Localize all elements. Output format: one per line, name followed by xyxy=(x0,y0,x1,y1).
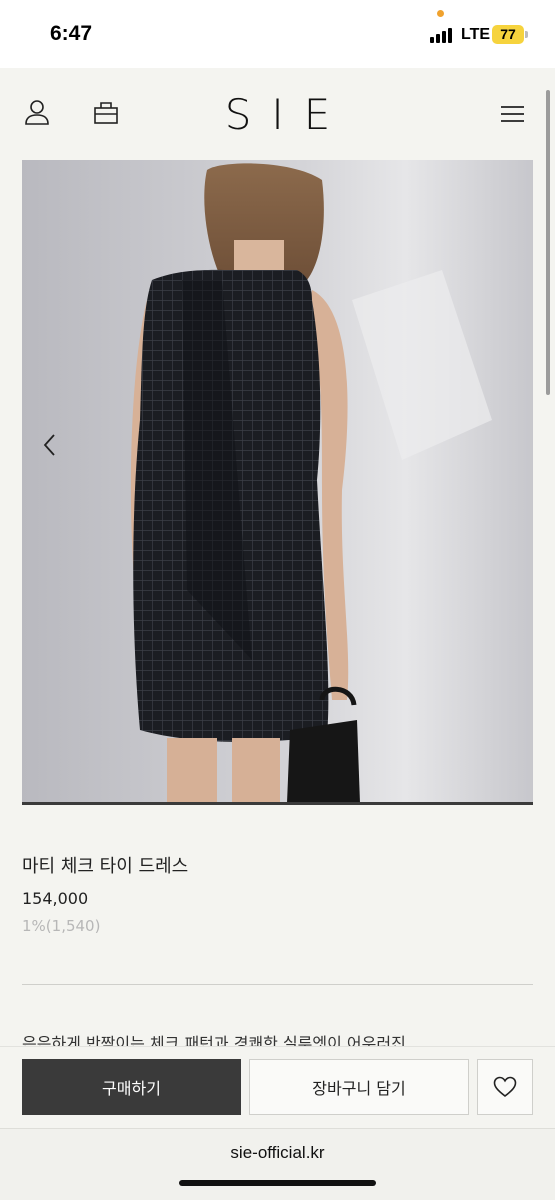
page-scrollbar[interactable] xyxy=(546,90,550,395)
gallery-progress-bar xyxy=(22,802,533,805)
battery-icon: 77 xyxy=(492,25,524,44)
product-image[interactable] xyxy=(22,160,533,803)
home-indicator[interactable] xyxy=(179,1180,376,1186)
signal-icon xyxy=(430,27,456,43)
product-price: 154,000 xyxy=(22,889,89,908)
add-to-cart-label: 장바구니 담기 xyxy=(312,1079,406,1098)
menu-icon[interactable] xyxy=(497,98,529,130)
wishlist-button[interactable] xyxy=(477,1059,533,1115)
url-text[interactable]: sie-official.kr xyxy=(0,1143,555,1163)
buy-button-label: 구매하기 xyxy=(102,1079,161,1098)
buy-button[interactable]: 구매하기 xyxy=(22,1059,241,1115)
site-logo[interactable]: SIE xyxy=(0,90,555,139)
product-name: 마티 체크 타이 드레스 xyxy=(22,856,189,877)
battery-level: 77 xyxy=(500,26,516,42)
heart-icon xyxy=(493,1076,517,1098)
status-bar: 6:47 LTE 77 xyxy=(0,0,555,68)
privacy-indicator-dot xyxy=(437,10,444,17)
product-points: 1%(1,540) xyxy=(22,917,101,935)
network-label: LTE xyxy=(461,26,491,43)
status-time: 6:47 xyxy=(50,22,93,45)
battery-tip xyxy=(525,31,528,38)
add-to-cart-button[interactable]: 장바구니 담기 xyxy=(249,1059,469,1115)
chevron-left-icon[interactable] xyxy=(40,432,60,458)
browser-url-bar[interactable] xyxy=(0,1128,555,1200)
section-divider xyxy=(22,984,533,985)
